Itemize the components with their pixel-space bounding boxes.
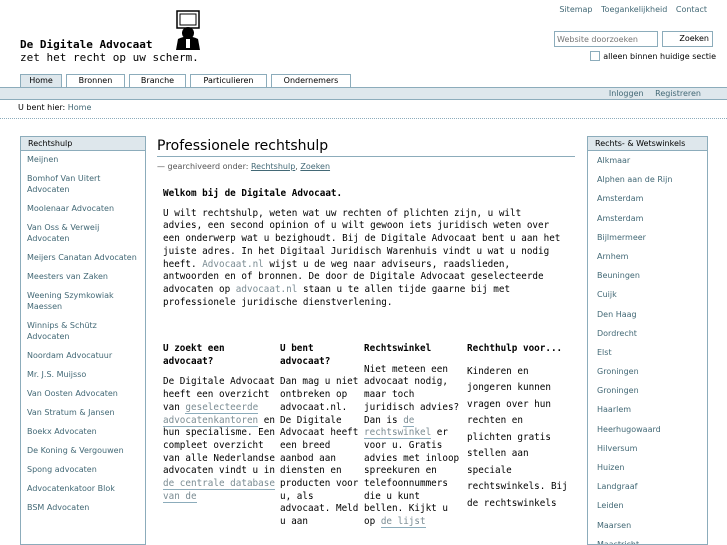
wetswinkel-item-cuijk[interactable]: Cuijk <box>588 285 707 304</box>
intro-link-advocaat[interactable]: Advocaat.nl <box>202 259 264 270</box>
main-content: Professionele rechtshulp — gearchiveerd … <box>157 138 575 529</box>
rechtshulp-item-boekx-advocaten[interactable]: Boekx Advocaten <box>21 423 145 442</box>
logo[interactable]: De Digitale Advocaat zet het recht op uw… <box>20 38 199 64</box>
rechtshulp-item-advocatenkatoor-blok[interactable]: Advocatenkatoor Blok <box>21 480 145 499</box>
wetswinkel-item-bijlmermeer[interactable]: Bijlmermeer <box>588 228 707 247</box>
wetswinkels-portlet-title: Rechts- & Wetswinkels <box>588 137 707 151</box>
personal-bar: Inloggen Registreren <box>0 87 727 100</box>
search-form: Zoeken alleen binnen huidige sectie <box>554 31 716 61</box>
wetswinkel-item-maastricht[interactable]: Maastricht <box>588 535 707 544</box>
search-section-option: alleen binnen huidige sectie <box>554 51 716 61</box>
wetswinkel-item-amsterdam[interactable]: Amsterdam <box>588 189 707 208</box>
wetswinkel-item-hilversum[interactable]: Hilversum <box>588 439 707 458</box>
content-columns: U zoekt een advocaat? De Digitale Advoca… <box>163 343 575 545</box>
wetswinkel-item-elst[interactable]: Elst <box>588 343 707 362</box>
breadcrumb: U bent hier: Home <box>18 103 91 112</box>
byline-link-rechtshulp[interactable]: Rechtshulp <box>251 162 295 171</box>
site-action-sitemap[interactable]: Sitemap <box>559 5 592 14</box>
rechtshulp-item-meesters-van-zaken[interactable]: Meesters van Zaken <box>21 268 145 287</box>
column-title: Rechthulp voor... <box>467 343 563 354</box>
wetswinkel-item-heerhugowaard[interactable]: Heerhugowaard <box>588 420 707 439</box>
rechtshulp-item-van-oss-verweij-advocaten[interactable]: Van Oss & Verweij Advocaten <box>21 219 145 249</box>
wetswinkel-item-groningen[interactable]: Groningen <box>588 362 707 381</box>
site-action-accessibility[interactable]: Toegankelijkheid <box>601 5 667 14</box>
wetswinkel-item-den-haag[interactable]: Den Haag <box>588 305 707 324</box>
rechtshulp-item-van-stratum-jansen[interactable]: Van Stratum & Jansen <box>21 404 145 423</box>
byline-separator: , <box>295 162 298 171</box>
wetswinkel-item-alphen-aan-de-rijn[interactable]: Alphen aan de Rijn <box>588 170 707 189</box>
rechtshulp-portlet: Rechtshulp Meijnen Bomhof Van Uitert Advo… <box>20 136 146 545</box>
wetswinkel-item-arnhem[interactable]: Arnhem <box>588 247 707 266</box>
welcome-heading: Welkom bij de Digitale Advocaat. <box>163 188 343 199</box>
global-nav: Home Bronnen Branche Particulieren Onder… <box>20 74 351 87</box>
rechtshulp-item-spong-advocaten[interactable]: Spong advocaten <box>21 461 145 480</box>
column-rechtswinkel: Rechtswinkel Niet meteen een advocaat no… <box>364 343 463 529</box>
wetswinkels-portlet: Rechts- & Wetswinkels Alkmaar Alphen aan … <box>587 136 708 545</box>
tab-bronnen[interactable]: Bronnen <box>66 74 125 87</box>
wetswinkel-item-landgraaf[interactable]: Landgraaf <box>588 477 707 496</box>
rechtshulp-item-van-oosten-advocaten[interactable]: Van Oosten Advocaten <box>21 385 145 404</box>
rechtshulp-item-bomhof-van-uitert-advocaten[interactable]: Bomhof Van Uitert Advocaten <box>21 170 145 200</box>
rechtshulp-item-mr-j-s-muijsso[interactable]: Mr. J.S. Muijsso <box>21 366 145 385</box>
wetswinkel-item-dordrecht[interactable]: Dordrecht <box>588 324 707 343</box>
login-link[interactable]: Inloggen <box>609 89 644 98</box>
rechtshulp-item-de-koning-vergouwen[interactable]: De Koning & Vergouwen <box>21 442 145 461</box>
wetswinkel-item-beuningen[interactable]: Beuningen <box>588 266 707 285</box>
breadcrumb-prefix: U bent hier: <box>18 103 66 112</box>
intro-text: U wilt rechtshulp, weten wat uw rechten … <box>163 208 563 310</box>
rechtshulp-item-moolenaar-advocaten[interactable]: Moolenaar Advocaten <box>21 200 145 219</box>
search-input[interactable] <box>554 31 658 47</box>
column-text: Kinderen en jongeren kunnen vragen over … <box>467 365 568 509</box>
column-bent-advocaat: U bent advocaat? Dan mag u niet ontbreke… <box>280 343 362 529</box>
wetswinkels-list: Alkmaar Alphen aan de Rijn Amsterdam Amster… <box>588 151 707 544</box>
wetswinkel-item-groningen[interactable]: Groningen <box>588 381 707 400</box>
search-section-label: alleen binnen huidige sectie <box>603 51 716 61</box>
wetswinkel-item-maarsen[interactable]: Maarsen <box>588 516 707 535</box>
rechtshulp-item-bsm-advocaten[interactable]: BSM Advocaten <box>21 499 145 518</box>
wetswinkel-item-haarlem[interactable]: Haarlem <box>588 400 707 419</box>
wetswinkel-item-alkmaar[interactable]: Alkmaar <box>588 151 707 170</box>
byline-link-zoeken[interactable]: Zoeken <box>300 162 330 171</box>
tab-home[interactable]: Home <box>20 74 62 87</box>
page-title: Professionele rechtshulp <box>157 138 575 157</box>
column-text: Niet meteen een advocaat nodig, maar toc… <box>364 364 463 529</box>
column-title: Rechtswinkel <box>364 343 432 354</box>
rechtshulp-item-meijers-canatan-advocaten[interactable]: Meijers Canatan Advocaten <box>21 249 145 268</box>
link-de-lijst[interactable]: de lijst <box>380 516 426 529</box>
rechtshulp-item-weening-szymkowiak-maessen[interactable]: Weening Szymkowiak Maessen <box>21 287 145 317</box>
wetswinkel-item-huizen[interactable]: Huizen <box>588 458 707 477</box>
rechtshulp-item-winnips-sch-tz-advocaten[interactable]: Winnips & Schütz Advocaten <box>21 317 145 347</box>
link-centrale-database[interactable]: de centrale database van de <box>163 478 275 503</box>
search-button[interactable]: Zoeken <box>662 31 713 47</box>
breadcrumb-divider <box>0 118 727 119</box>
intro-link-advocaat-2[interactable]: advocaat.nl <box>236 284 298 295</box>
column-text-2: er voor u. Gratis advies met inloop spre… <box>364 427 460 528</box>
column-title: U bent advocaat? <box>280 343 331 367</box>
column-zoekt-advocaat: U zoekt een advocaat? De Digitale Advoca… <box>163 343 275 503</box>
search-section-checkbox[interactable] <box>590 51 601 61</box>
tab-branche[interactable]: Branche <box>129 74 186 87</box>
column-text: De Digitale Advocaat heeft een overzicht… <box>163 376 275 503</box>
tab-ondernemers[interactable]: Ondernemers <box>271 74 351 87</box>
rechtshulp-item-noordam-advocatuur[interactable]: Noordam Advocatuur <box>21 347 145 366</box>
wetswinkel-item-amsterdam[interactable]: Amsterdam <box>588 209 707 228</box>
column-title: U zoekt een advocaat? <box>163 343 225 367</box>
logo-title: De Digitale Advocaat <box>20 38 153 51</box>
column-rechthulp-voor: Rechthulp voor... Kinderen en jongeren k… <box>467 343 571 512</box>
register-link[interactable]: Registreren <box>655 89 701 98</box>
column-text: Dan mag u niet ontbreken op advocaat.nl.… <box>280 376 359 528</box>
rechtshulp-portlet-title: Rechtshulp <box>21 137 145 151</box>
site-action-contact[interactable]: Contact <box>676 5 707 14</box>
rechtshulp-list: Meijnen Bomhof Van Uitert Advocaten Moolen… <box>21 151 145 518</box>
rechtshulp-item-meijnen[interactable]: Meijnen <box>21 151 145 170</box>
breadcrumb-home[interactable]: Home <box>68 103 92 112</box>
byline: — gearchiveerd onder: Rechtshulp, Zoeken <box>157 162 575 171</box>
logo-tagline: zet het recht op uw scherm. <box>20 51 199 64</box>
wetswinkel-item-leiden[interactable]: Leiden <box>588 496 707 515</box>
byline-prefix: — gearchiveerd onder: <box>157 162 249 171</box>
site-actions: Sitemap Toegankelijkheid Contact <box>553 5 707 14</box>
tab-particulieren[interactable]: Particulieren <box>190 74 267 87</box>
